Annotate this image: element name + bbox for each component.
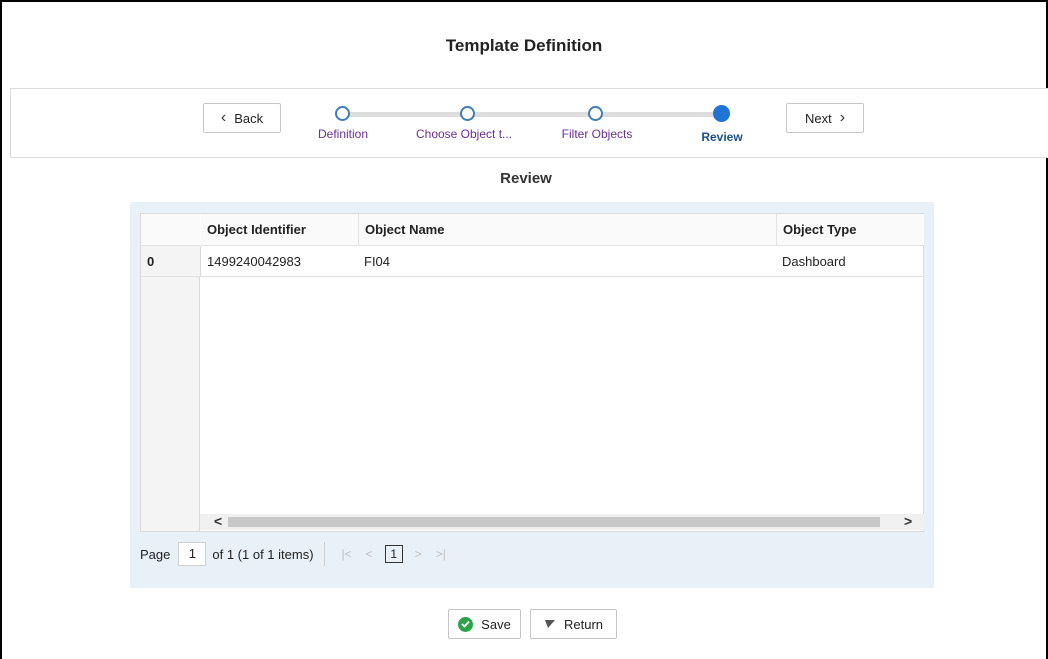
next-button[interactable]: Next › xyxy=(786,103,864,133)
step-choose-object-label[interactable]: Choose Object t... xyxy=(416,127,512,141)
step-review-marker xyxy=(713,105,730,122)
chevron-left-icon: ‹ xyxy=(220,109,227,126)
return-icon xyxy=(544,620,555,628)
step-filter-objects-label[interactable]: Filter Objects xyxy=(562,127,633,141)
train-track xyxy=(342,112,725,117)
step-filter-objects-marker[interactable] xyxy=(588,106,603,121)
step-definition-label[interactable]: Definition xyxy=(318,127,368,141)
back-button[interactable]: ‹ Back xyxy=(203,103,281,133)
column-header-object-name[interactable]: Object Name xyxy=(358,214,776,246)
cell-object-type[interactable]: Dashboard xyxy=(776,246,924,277)
step-definition-marker[interactable] xyxy=(335,106,350,121)
scrollbar-thumb[interactable] xyxy=(228,517,880,527)
last-page-icon[interactable]: >| xyxy=(436,547,446,561)
page-count-text: of 1 (1 of 1 items) xyxy=(212,546,314,562)
step-review-label: Review xyxy=(701,130,743,144)
column-header-object-type[interactable]: Object Type xyxy=(776,214,924,246)
page-title: Template Definition xyxy=(445,36,603,55)
return-button[interactable]: Return xyxy=(530,609,617,639)
column-header-object-identifier[interactable]: Object Identifier xyxy=(201,214,358,246)
check-circle-icon xyxy=(458,616,474,632)
save-label: Save xyxy=(481,616,511,632)
horizontal-scrollbar[interactable]: < > xyxy=(200,513,924,530)
review-section-title: Review xyxy=(500,170,552,187)
page-number-input[interactable]: 1 xyxy=(178,542,207,566)
step-train: ‹ Back Definition Choose Object t... Fil… xyxy=(10,88,1048,158)
page-label: Page xyxy=(140,546,171,562)
pagination-bar: Page 1 of 1 (1 of 1 items) |< < 1 > >| xyxy=(140,540,453,568)
return-label: Return xyxy=(563,616,604,632)
dialog-frame: Template Definition ‹ Back Definition Ch… xyxy=(0,0,1048,659)
previous-page-icon[interactable]: < xyxy=(366,547,373,561)
first-page-icon[interactable]: |< xyxy=(342,547,352,561)
step-choose-object-marker[interactable] xyxy=(460,106,475,121)
back-label: Back xyxy=(234,110,264,126)
next-label: Next xyxy=(804,110,832,126)
scroll-left-icon[interactable]: < xyxy=(214,513,222,529)
cell-object-name[interactable]: FI04 xyxy=(358,246,776,277)
chevron-right-icon: › xyxy=(839,109,846,126)
cell-object-identifier[interactable]: 1499240042983 xyxy=(201,246,358,277)
page-button-current[interactable]: 1 xyxy=(384,545,403,563)
review-grid-panel: Object Identifier Object Name Object Typ… xyxy=(130,202,934,588)
save-button[interactable]: Save xyxy=(448,609,521,639)
row-index: 0 xyxy=(141,246,201,277)
next-page-icon[interactable]: > xyxy=(415,547,422,561)
review-table: Object Identifier Object Name Object Typ… xyxy=(140,213,924,532)
pager-divider xyxy=(323,542,325,566)
scroll-right-icon[interactable]: > xyxy=(904,513,912,529)
row-header-corner xyxy=(141,214,200,246)
